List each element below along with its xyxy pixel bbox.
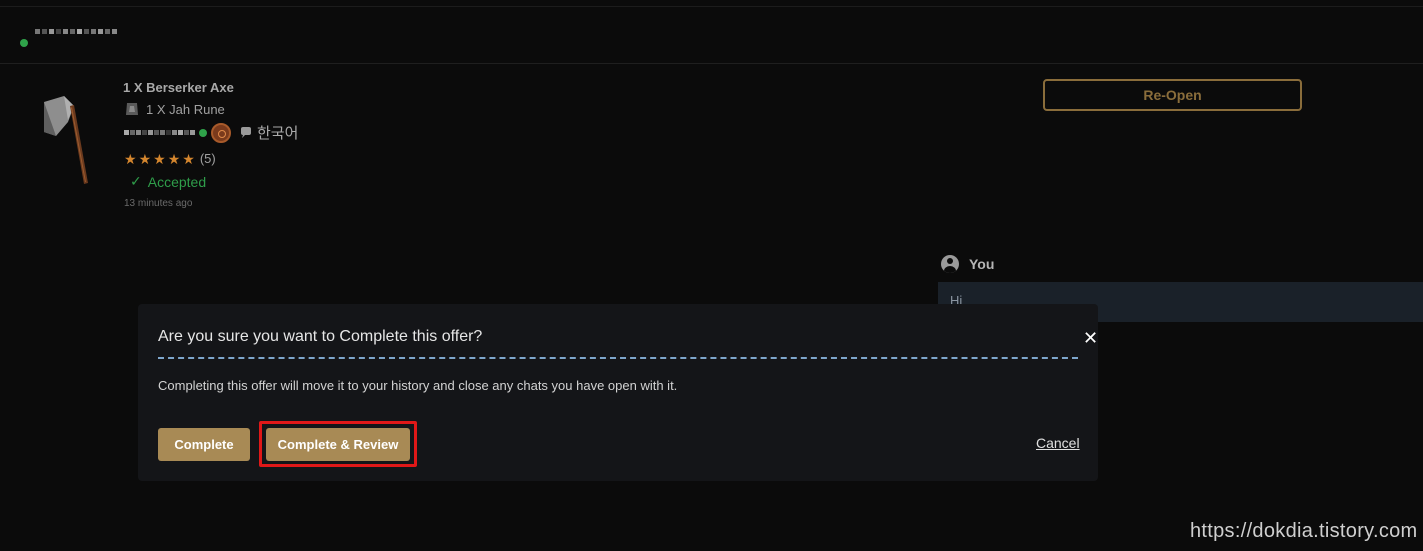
watermark-text: https://dokdia.tistory.com: [1190, 520, 1418, 542]
rune-icon: [126, 103, 138, 115]
seller-rating: ★ ★ ★ ★ ★ (5): [124, 151, 216, 166]
berserker-axe-image: [44, 96, 88, 184]
offer-title[interactable]: 1 X Berserker Axe: [123, 80, 234, 95]
complete-offer-modal: Are you sure you want to Complete this o…: [138, 304, 1098, 481]
complete-button[interactable]: Complete: [158, 428, 250, 461]
modal-message: Completing this offer will move it to yo…: [158, 378, 678, 393]
offer-status: ✓ Accepted: [130, 173, 206, 190]
online-status-dot: [20, 39, 28, 47]
highlight-box: Complete & Review: [259, 421, 417, 467]
chat-sender-name: You: [969, 256, 995, 272]
header: [0, 7, 1423, 64]
complete-and-review-button[interactable]: Complete & Review: [266, 428, 410, 461]
seller-language: 한국어: [257, 125, 299, 142]
rank-badge-icon: [211, 122, 231, 143]
star-icon: ★: [167, 150, 181, 167]
status-label: Accepted: [147, 173, 207, 190]
cancel-link[interactable]: Cancel: [1036, 435, 1080, 451]
user-avatar-icon: [941, 255, 959, 273]
modal-divider: [158, 357, 1078, 359]
seller-name-obscured[interactable]: [124, 130, 195, 135]
rating-count: (5): [199, 151, 216, 166]
seller-row: 한국어: [124, 122, 298, 143]
star-icon: ★: [153, 150, 166, 167]
star-icon: ★: [182, 150, 195, 167]
username-obscured: [35, 29, 117, 34]
seller-online-dot: [199, 128, 207, 137]
star-icon: ★: [124, 150, 137, 167]
offer-price: 1 X Jah Rune: [124, 101, 225, 117]
offer-timestamp: 13 minutes ago: [124, 198, 193, 209]
check-icon: ✓: [130, 173, 142, 189]
offer-price-label: 1 X Jah Rune: [146, 101, 225, 117]
modal-title: Are you sure you want to Complete this o…: [158, 328, 483, 345]
star-icon: ★: [138, 150, 152, 167]
reopen-button[interactable]: Re-Open: [1043, 79, 1302, 111]
close-icon[interactable]: ✕: [1083, 328, 1098, 349]
chat-sender: You: [941, 255, 994, 273]
chat-bubble-icon: [241, 126, 251, 138]
